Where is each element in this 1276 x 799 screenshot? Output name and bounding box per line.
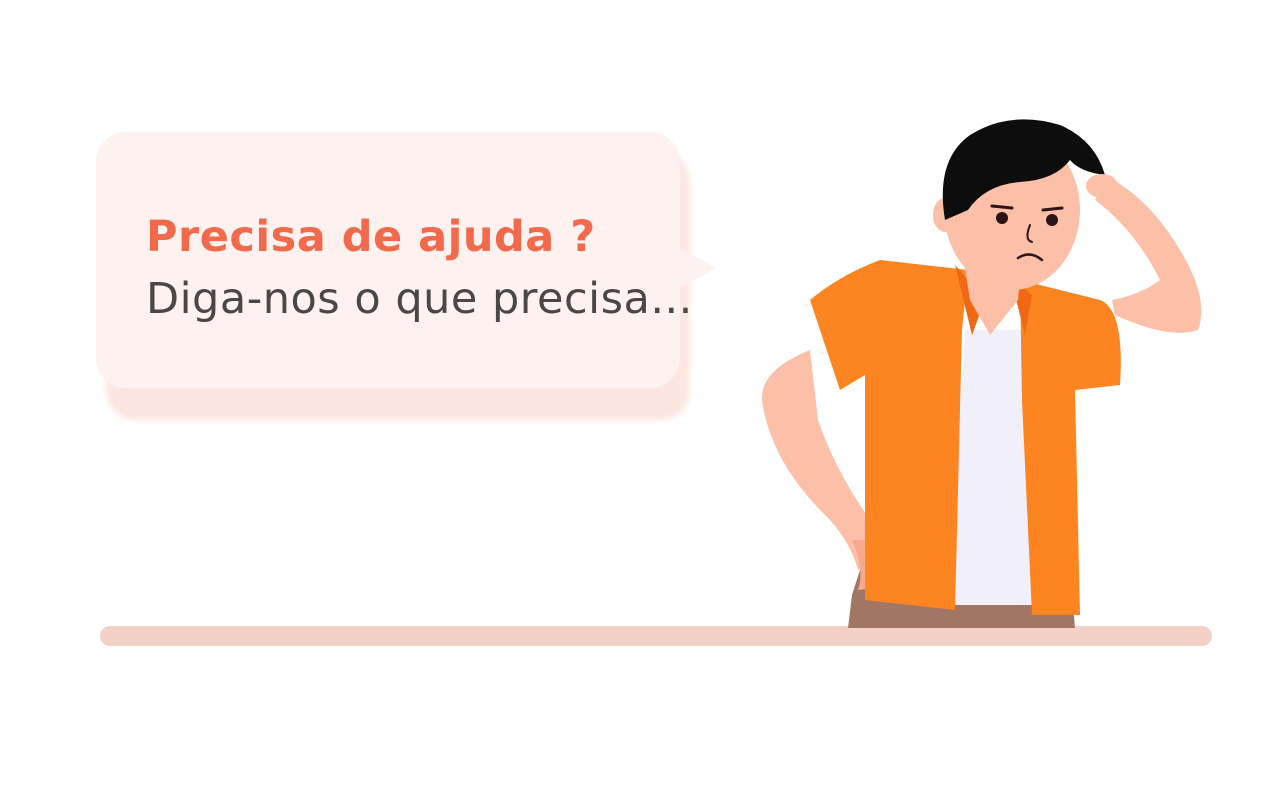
help-title: Precisa de ajuda ? <box>146 212 596 262</box>
help-banner: Precisa de ajuda ? Diga-nos o que precis… <box>0 0 1276 799</box>
confused-man-icon <box>761 119 1202 628</box>
speech-bubble: Precisa de ajuda ? Diga-nos o que precis… <box>92 128 722 428</box>
help-subtitle: Diga-nos o que precisa... <box>146 274 693 324</box>
